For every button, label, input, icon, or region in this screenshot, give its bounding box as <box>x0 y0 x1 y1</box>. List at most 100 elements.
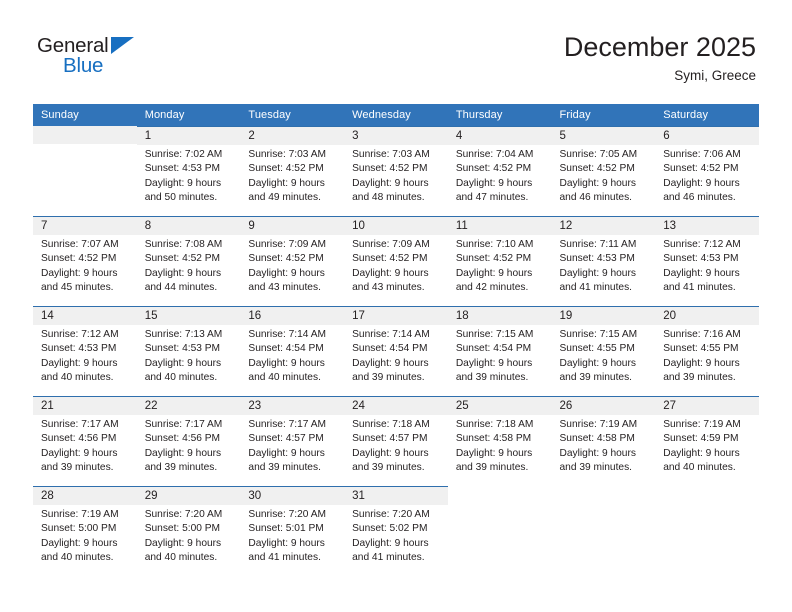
day-cell-inner <box>552 486 656 576</box>
day-cell[interactable]: 2 Sunrise: 7:03 AM Sunset: 4:52 PM Daylight… <box>240 126 345 216</box>
day-cell[interactable]: 8 Sunrise: 7:08 AM Sunset: 4:52 PM Daylight… <box>136 216 241 306</box>
day-cell[interactable]: 14 Sunrise: 7:12 AM Sunset: 4:53 PM Dayligh… <box>33 306 137 396</box>
day-details: Sunrise: 7:20 AM Sunset: 5:00 PM Daylight:… <box>137 505 241 566</box>
general-blue-logo[interactable]: General Blue <box>37 35 237 86</box>
day-details: Sunrise: 7:19 AM Sunset: 4:58 PM Daylight:… <box>552 415 656 476</box>
sunset-time: Sunset: 5:02 PM <box>352 523 428 535</box>
daylight-duration-line1: Daylight: 9 hours <box>455 357 533 369</box>
day-cell[interactable]: 24 Sunrise: 7:18 AM Sunset: 4:57 PM Dayligh… <box>344 396 448 486</box>
day-number: 13 <box>655 217 759 235</box>
day-cell[interactable]: 29 Sunrise: 7:20 AM Sunset: 5:00 PM Dayligh… <box>136 486 241 576</box>
daylight-duration-line2: and 41 minutes. <box>663 282 736 294</box>
day-cell-inner: 2 Sunrise: 7:03 AM Sunset: 4:52 PM Daylight… <box>240 126 345 216</box>
sunset-time: Sunset: 4:59 PM <box>663 433 739 445</box>
day-cell[interactable]: 30 Sunrise: 7:20 AM Sunset: 5:01 PM Dayligh… <box>240 486 345 576</box>
weekday-header-saturday: Saturday <box>655 104 759 126</box>
calendar-week-row: 7 Sunrise: 7:07 AM Sunset: 4:52 PM Daylight… <box>33 216 759 306</box>
day-cell[interactable]: 9 Sunrise: 7:09 AM Sunset: 4:52 PM Daylight… <box>240 216 345 306</box>
sunrise-time: Sunrise: 7:03 AM <box>248 149 326 160</box>
sunrise-time: Sunrise: 7:17 AM <box>248 419 326 430</box>
day-cell-inner: 1 Sunrise: 7:02 AM Sunset: 4:53 PM Daylight… <box>136 126 241 216</box>
daylight-duration-line1: Daylight: 9 hours <box>248 447 325 459</box>
day-cell-inner: 8 Sunrise: 7:08 AM Sunset: 4:52 PM Daylight… <box>136 216 241 306</box>
sunset-time: Sunset: 4:52 PM <box>248 163 324 175</box>
day-cell[interactable]: 4 Sunrise: 7:04 AM Sunset: 4:52 PM Daylight… <box>447 126 552 216</box>
sunset-time: Sunset: 5:00 PM <box>144 523 221 535</box>
daylight-duration-line2: and 47 minutes. <box>455 192 529 204</box>
sunrise-time: Sunrise: 7:19 AM <box>41 509 119 520</box>
sunrise-time: Sunrise: 7:20 AM <box>144 509 223 520</box>
day-number: 9 <box>240 217 345 235</box>
daylight-duration-line2: and 39 minutes. <box>41 462 114 474</box>
sunset-time: Sunset: 4:52 PM <box>559 163 635 175</box>
day-cell[interactable]: 15 Sunrise: 7:13 AM Sunset: 4:53 PM Dayligh… <box>136 306 241 396</box>
daylight-duration-line1: Daylight: 9 hours <box>144 177 222 189</box>
sunset-time: Sunset: 4:58 PM <box>559 433 635 445</box>
daylight-duration-line2: and 39 minutes. <box>144 462 218 474</box>
day-cell[interactable]: 1 Sunrise: 7:02 AM Sunset: 4:53 PM Daylight… <box>136 126 241 216</box>
daylight-duration-line1: Daylight: 9 hours <box>559 357 636 369</box>
day-cell-empty <box>33 126 137 216</box>
day-cell[interactable]: 21 Sunrise: 7:17 AM Sunset: 4:56 PM Dayligh… <box>33 396 137 486</box>
sunset-time: Sunset: 4:52 PM <box>455 253 532 265</box>
daylight-duration-line2: and 40 minutes. <box>248 372 321 384</box>
day-cell[interactable]: 12 Sunrise: 7:11 AM Sunset: 4:53 PM Dayligh… <box>551 216 656 306</box>
sunrise-time: Sunrise: 7:11 AM <box>559 239 637 250</box>
sunset-time: Sunset: 4:52 PM <box>663 163 739 175</box>
day-details: Sunrise: 7:09 AM Sunset: 4:52 PM Daylight:… <box>344 235 448 296</box>
weekday-header-tuesday: Tuesday <box>240 104 345 126</box>
sunset-time: Sunset: 4:52 PM <box>41 253 117 265</box>
day-cell[interactable]: 7 Sunrise: 7:07 AM Sunset: 4:52 PM Daylight… <box>33 216 137 306</box>
sunset-time: Sunset: 4:55 PM <box>559 343 635 355</box>
sunset-time: Sunset: 4:58 PM <box>455 433 532 445</box>
daylight-duration-line1: Daylight: 9 hours <box>41 267 118 279</box>
day-cell[interactable]: 3 Sunrise: 7:03 AM Sunset: 4:52 PM Daylight… <box>344 126 448 216</box>
day-cell[interactable]: 25 Sunrise: 7:18 AM Sunset: 4:58 PM Dayligh… <box>447 396 552 486</box>
sunrise-time: Sunrise: 7:05 AM <box>559 149 638 160</box>
day-number: 19 <box>551 307 656 325</box>
day-cell[interactable]: 27 Sunrise: 7:19 AM Sunset: 4:59 PM Dayligh… <box>655 396 759 486</box>
day-details: Sunrise: 7:05 AM Sunset: 4:52 PM Daylight:… <box>552 145 656 206</box>
daylight-duration-line2: and 39 minutes. <box>455 372 529 384</box>
day-cell[interactable]: 26 Sunrise: 7:19 AM Sunset: 4:58 PM Dayligh… <box>551 396 656 486</box>
day-cell-inner: 22 Sunrise: 7:17 AM Sunset: 4:56 PM Dayligh… <box>136 396 241 486</box>
day-cell[interactable]: 19 Sunrise: 7:15 AM Sunset: 4:55 PM Dayligh… <box>551 306 656 396</box>
daylight-duration-line1: Daylight: 9 hours <box>663 447 740 459</box>
sunrise-time: Sunrise: 7:20 AM <box>248 509 326 520</box>
day-details: Sunrise: 7:06 AM Sunset: 4:52 PM Daylight:… <box>655 145 759 206</box>
day-cell-inner: 10 Sunrise: 7:09 AM Sunset: 4:52 PM Dayligh… <box>344 216 448 306</box>
sunrise-time: Sunrise: 7:17 AM <box>41 419 119 430</box>
day-cell[interactable]: 10 Sunrise: 7:09 AM Sunset: 4:52 PM Dayligh… <box>344 216 448 306</box>
day-cell[interactable]: 31 Sunrise: 7:20 AM Sunset: 5:02 PM Dayligh… <box>344 486 448 576</box>
day-cell-empty <box>552 486 656 576</box>
calendar-grid: Sunday Monday Tuesday Wednesday Thursday… <box>33 104 759 576</box>
day-cell[interactable]: 13 Sunrise: 7:12 AM Sunset: 4:53 PM Dayligh… <box>655 216 759 306</box>
day-cell[interactable]: 5 Sunrise: 7:05 AM Sunset: 4:52 PM Daylight… <box>551 126 656 216</box>
daylight-duration-line1: Daylight: 9 hours <box>248 537 325 549</box>
daylight-duration-line2: and 39 minutes. <box>352 372 425 384</box>
day-number: 24 <box>344 397 448 415</box>
day-cell-inner: 28 Sunrise: 7:19 AM Sunset: 5:00 PM Dayligh… <box>33 486 137 576</box>
day-details: Sunrise: 7:17 AM Sunset: 4:56 PM Daylight:… <box>137 415 241 476</box>
day-cell[interactable]: 6 Sunrise: 7:06 AM Sunset: 4:52 PM Daylight… <box>655 126 759 216</box>
day-cell[interactable]: 23 Sunrise: 7:17 AM Sunset: 4:57 PM Dayligh… <box>240 396 345 486</box>
sunrise-time: Sunrise: 7:09 AM <box>352 239 430 250</box>
day-number: 25 <box>447 397 552 415</box>
day-number: 7 <box>33 217 137 235</box>
day-cell[interactable]: 16 Sunrise: 7:14 AM Sunset: 4:54 PM Dayligh… <box>240 306 345 396</box>
daylight-duration-line1: Daylight: 9 hours <box>559 177 636 189</box>
day-cell[interactable]: 18 Sunrise: 7:15 AM Sunset: 4:54 PM Dayligh… <box>447 306 552 396</box>
day-cell-inner: 9 Sunrise: 7:09 AM Sunset: 4:52 PM Daylight… <box>240 216 345 306</box>
sunrise-time: Sunrise: 7:08 AM <box>144 239 223 250</box>
day-cell[interactable]: 28 Sunrise: 7:19 AM Sunset: 5:00 PM Dayligh… <box>33 486 137 576</box>
day-cell[interactable]: 20 Sunrise: 7:16 AM Sunset: 4:55 PM Dayligh… <box>655 306 759 396</box>
day-details: Sunrise: 7:14 AM Sunset: 4:54 PM Daylight:… <box>344 325 448 386</box>
day-number: 26 <box>551 397 656 415</box>
weekday-header-monday: Monday <box>136 104 241 126</box>
sunrise-time: Sunrise: 7:17 AM <box>144 419 223 430</box>
day-cell[interactable]: 11 Sunrise: 7:10 AM Sunset: 4:52 PM Dayligh… <box>447 216 552 306</box>
sunset-time: Sunset: 4:57 PM <box>352 433 428 445</box>
sunrise-time: Sunrise: 7:09 AM <box>248 239 326 250</box>
day-cell[interactable]: 22 Sunrise: 7:17 AM Sunset: 4:56 PM Dayligh… <box>136 396 241 486</box>
day-cell[interactable]: 17 Sunrise: 7:14 AM Sunset: 4:54 PM Dayligh… <box>344 306 448 396</box>
